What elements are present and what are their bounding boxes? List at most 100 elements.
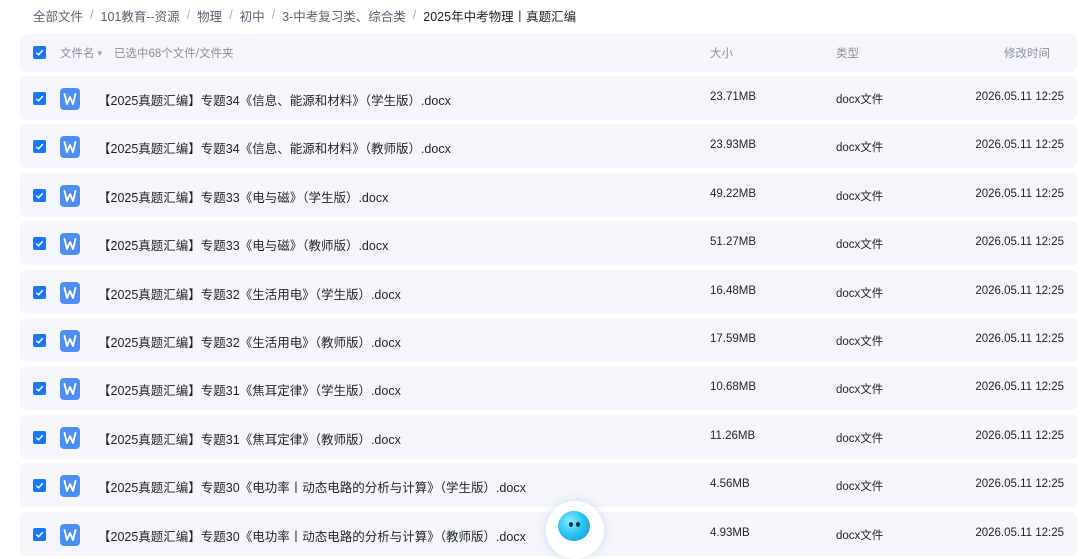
file-size: 10.68MB xyxy=(710,381,757,393)
file-name[interactable]: 【2025真题汇编】专题33《电与磁》（学生版）.docx xyxy=(98,187,388,206)
breadcrumb-separator: / xyxy=(271,8,276,22)
breadcrumb-item-current: 2025年中考物理丨真题汇编 xyxy=(423,9,577,24)
file-name[interactable]: 【2025真题汇编】专题32《生活用电》（学生版）.docx xyxy=(98,284,401,303)
ai-assistant-icon[interactable] xyxy=(546,501,604,559)
word-doc-icon xyxy=(60,185,80,207)
file-row[interactable]: 【2025真题汇编】专题32《生活用电》（学生版）.docx 16.48MB doc… xyxy=(20,270,1077,314)
file-size: 16.48MB xyxy=(710,285,757,297)
assistant-eye xyxy=(569,522,573,527)
breadcrumb-separator: / xyxy=(412,8,417,22)
row-checkbox[interactable] xyxy=(33,189,46,202)
row-checkbox[interactable] xyxy=(33,431,46,444)
row-checkbox[interactable] xyxy=(33,382,46,395)
file-type: docx文件 xyxy=(836,384,884,396)
row-checkbox[interactable] xyxy=(33,528,46,541)
file-row[interactable]: 【2025真题汇编】专题33《电与磁》（教师版）.docx 51.27MB docx… xyxy=(20,221,1077,265)
file-type: docx文件 xyxy=(836,94,884,106)
file-size: 11.26MB xyxy=(710,430,756,442)
word-doc-icon xyxy=(60,475,80,497)
file-name[interactable]: 【2025真题汇编】专题30《电功率丨动态电路的分析与计算》（教师版）.docx xyxy=(98,526,526,545)
breadcrumb-item-review-category[interactable]: 3-中考复习类、综合类 xyxy=(282,6,406,25)
file-type: docx文件 xyxy=(836,481,884,493)
file-type: docx文件 xyxy=(836,191,884,203)
file-type: docx文件 xyxy=(836,530,884,542)
word-doc-icon xyxy=(60,88,80,110)
row-checkbox[interactable] xyxy=(33,237,46,250)
checkmark-icon xyxy=(35,337,44,344)
column-header-modified-time[interactable]: 修改时间 xyxy=(1004,45,1050,61)
file-type: docx文件 xyxy=(836,336,884,348)
file-modified-time: 2026.05.11 12:25 xyxy=(975,381,1064,393)
file-row[interactable]: 【2025真题汇编】专题34《信息、能源和材料》（教师版）.docx 23.93M… xyxy=(20,124,1077,168)
file-list-header: 文件名 ▾ 已选中68个文件/文件夹 大小 类型 修改时间 xyxy=(20,34,1077,72)
file-name[interactable]: 【2025真题汇编】专题34《信息、能源和材料》（学生版）.docx xyxy=(98,90,451,109)
file-type: docx文件 xyxy=(836,142,884,154)
column-header-size[interactable]: 大小 xyxy=(710,45,733,61)
file-row[interactable]: 【2025真题汇编】专题31《焦耳定律》（教师版）.docx 11.26MB doc… xyxy=(20,415,1077,459)
breadcrumb: 全部文件 / 101教育--资源 / 物理 / 初中 / 3-中考复习类、综合类… xyxy=(33,5,576,25)
column-header-name[interactable]: 文件名 ▾ xyxy=(60,45,102,61)
column-header-type[interactable]: 类型 xyxy=(836,45,859,61)
row-checkbox[interactable] xyxy=(33,479,46,492)
row-checkbox[interactable] xyxy=(33,286,46,299)
checkmark-icon xyxy=(35,240,44,247)
file-name[interactable]: 【2025真题汇编】专题33《电与磁》（教师版）.docx xyxy=(98,235,388,254)
file-row[interactable]: 【2025真题汇编】专题30《电功率丨动态电路的分析与计算》（学生版）.docx… xyxy=(20,463,1077,507)
checkmark-icon xyxy=(35,289,44,296)
row-checkbox[interactable] xyxy=(33,334,46,347)
checkmark-icon xyxy=(35,482,44,489)
breadcrumb-item-physics[interactable]: 物理 xyxy=(197,6,222,25)
file-row[interactable]: 【2025真题汇编】专题34《信息、能源和材料》（学生版）.docx 23.71M… xyxy=(20,76,1077,120)
word-doc-icon xyxy=(60,524,80,546)
column-header-name-label: 文件名 xyxy=(60,48,95,60)
file-name[interactable]: 【2025真题汇编】专题31《焦耳定律》（学生版）.docx xyxy=(98,380,401,399)
file-name[interactable]: 【2025真题汇编】专题32《生活用电》（教师版）.docx xyxy=(98,332,401,351)
file-modified-time: 2026.05.11 12:25 xyxy=(975,333,1064,345)
file-name[interactable]: 【2025真题汇编】专题31《焦耳定律》（教师版）.docx xyxy=(98,429,401,448)
checkmark-icon xyxy=(35,531,44,538)
row-checkbox[interactable] xyxy=(33,140,46,153)
file-row[interactable]: 【2025真题汇编】专题33《电与磁》（学生版）.docx 49.22MB docx… xyxy=(20,173,1077,217)
assistant-avatar xyxy=(558,511,590,541)
row-checkbox[interactable] xyxy=(33,92,46,105)
file-name[interactable]: 【2025真题汇编】专题34《信息、能源和材料》（教师版）.docx xyxy=(98,138,451,157)
word-doc-icon xyxy=(60,282,80,304)
file-name[interactable]: 【2025真题汇编】专题30《电功率丨动态电路的分析与计算》（学生版）.docx xyxy=(98,477,526,496)
file-modified-time: 2026.05.11 12:25 xyxy=(975,139,1064,151)
sort-down-icon[interactable]: ▾ xyxy=(98,48,103,59)
checkmark-icon xyxy=(35,192,44,199)
breadcrumb-item-all-files[interactable]: 全部文件 xyxy=(33,6,83,25)
file-modified-time: 2026.05.11 12:25 xyxy=(975,236,1064,248)
file-modified-time: 2026.05.11 12:25 xyxy=(975,430,1064,442)
file-type: docx文件 xyxy=(836,433,884,445)
file-size: 17.59MB xyxy=(710,333,757,345)
breadcrumb-item-101-education[interactable]: 101教育--资源 xyxy=(101,6,180,25)
file-size: 49.22MB xyxy=(710,188,757,200)
breadcrumb-separator: / xyxy=(186,8,191,22)
file-type: docx文件 xyxy=(836,239,884,251)
word-doc-icon xyxy=(60,136,80,158)
checkmark-icon xyxy=(35,143,44,150)
word-doc-icon xyxy=(60,233,80,255)
file-row[interactable]: 【2025真题汇编】专题31《焦耳定律》（学生版）.docx 10.68MB doc… xyxy=(20,366,1077,410)
assistant-eye xyxy=(576,522,580,527)
file-modified-time: 2026.05.11 12:25 xyxy=(975,527,1064,539)
word-doc-icon xyxy=(60,378,80,400)
breadcrumb-item-junior-high[interactable]: 初中 xyxy=(240,6,265,25)
checkmark-icon xyxy=(35,385,44,392)
checkmark-icon xyxy=(35,95,44,102)
file-modified-time: 2026.05.11 12:25 xyxy=(975,91,1064,103)
file-size: 23.93MB xyxy=(710,139,757,151)
selection-count: 已选中68个文件/文件夹 xyxy=(114,48,234,60)
checkmark-icon xyxy=(35,434,44,441)
file-size: 4.56MB xyxy=(710,478,750,490)
file-size: 23.71MB xyxy=(710,91,757,103)
word-doc-icon xyxy=(60,330,80,352)
file-size: 4.93MB xyxy=(710,527,750,539)
file-row[interactable]: 【2025真题汇编】专题32《生活用电》（教师版）.docx 17.59MB doc… xyxy=(20,318,1077,362)
breadcrumb-separator: / xyxy=(229,8,233,22)
file-type: docx文件 xyxy=(836,288,884,300)
file-modified-time: 2026.05.11 12:25 xyxy=(975,285,1064,297)
select-all-checkbox[interactable] xyxy=(33,46,46,59)
file-modified-time: 2026.05.11 12:25 xyxy=(975,188,1064,200)
